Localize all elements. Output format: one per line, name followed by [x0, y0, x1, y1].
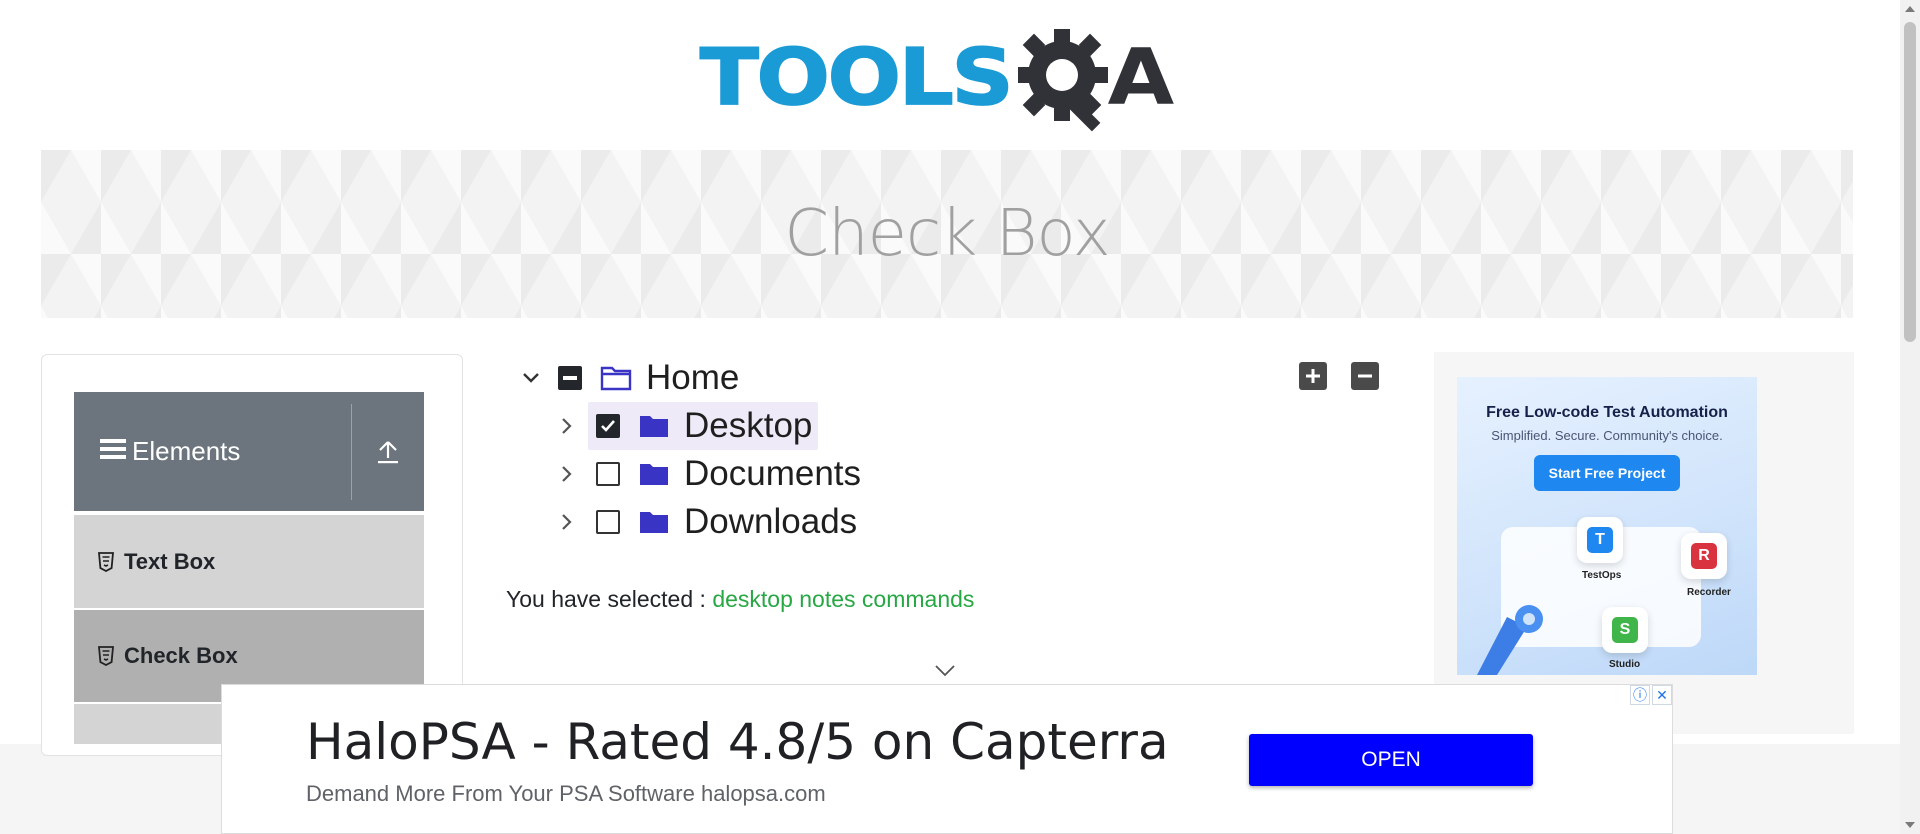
tree-node-desktop-highlight: Desktop — [588, 402, 819, 450]
folder-icon — [638, 509, 670, 535]
chevron-down-icon[interactable] — [516, 372, 546, 384]
scroll-thumb[interactable] — [1904, 22, 1916, 342]
testops-tile: T — [1577, 517, 1623, 563]
tree-label-home[interactable]: Home — [646, 358, 739, 398]
minus-icon — [1358, 374, 1372, 378]
scroll-up-arrow[interactable] — [1905, 6, 1915, 12]
logo-text: TOOLS — [699, 33, 1015, 123]
sidebar-item-label: Check Box — [124, 643, 238, 668]
sidebar-item-text-box[interactable]: Text Box — [74, 513, 424, 608]
tile-label-recorder: Recorder — [1687, 587, 1731, 598]
sidebar-item-label: Text Box — [124, 548, 216, 574]
side-ad[interactable]: Free Low-code Test Automation Simplified… — [1457, 377, 1757, 675]
checkbox-downloads[interactable] — [596, 510, 620, 534]
result-prefix: You have selected : — [506, 586, 706, 612]
chevron-down-icon[interactable] — [934, 664, 956, 683]
tree-node-desktop: Desktop — [552, 402, 819, 450]
toolsqa-logo[interactable]: TOOLS A — [699, 18, 1175, 138]
close-icon[interactable]: ✕ — [1652, 685, 1672, 705]
tree-node-documents: Documents — [552, 452, 861, 496]
result-text: You have selected : desktop notes comman… — [506, 586, 974, 613]
folder-open-icon — [600, 365, 632, 391]
tree-label-downloads[interactable]: Downloads — [684, 502, 857, 542]
robot-arm-illustration — [1477, 605, 1543, 675]
bottom-ad-title[interactable]: HaloPSA - Rated 4.8/5 on Capterra — [306, 713, 1169, 771]
info-icon[interactable]: ⓘ — [1630, 685, 1650, 705]
bottom-ad-open-button[interactable]: OPEN — [1249, 734, 1533, 786]
chevron-right-icon[interactable] — [552, 513, 582, 531]
tile-label-testops: TestOps — [1582, 570, 1622, 581]
sidebar-group-title: Elements — [132, 436, 241, 466]
page-banner: Check Box — [41, 150, 1853, 318]
ad-choices: ⓘ ✕ — [1630, 685, 1672, 705]
tree-node-downloads: Downloads — [552, 500, 857, 544]
folder-icon — [638, 413, 670, 439]
ad-start-button[interactable]: Start Free Project — [1533, 455, 1681, 491]
plus-icon — [1306, 369, 1320, 383]
page-title: Check Box — [784, 197, 1110, 271]
bottom-ad-banner[interactable]: ⓘ ✕ HaloPSA - Rated 4.8/5 on Capterra De… — [221, 684, 1673, 834]
expand-all-button[interactable] — [1299, 362, 1327, 390]
bottom-ad-subtitle: Demand More From Your PSA Software halop… — [306, 781, 826, 806]
tile-label-studio: Studio — [1609, 659, 1641, 670]
folder-icon — [638, 461, 670, 487]
gear-q-icon — [1017, 29, 1108, 132]
hamburger-icon — [100, 437, 126, 466]
ad-headline: Free Low-code Test Automation — [1486, 404, 1728, 421]
scroll-down-arrow[interactable] — [1905, 822, 1915, 828]
logo-letter-a: A — [1107, 33, 1175, 123]
checkbox-documents[interactable] — [596, 462, 620, 486]
checkbox-home[interactable] — [558, 366, 582, 390]
html5-icon — [98, 646, 114, 666]
tree-node-home: Home — [516, 356, 739, 400]
recorder-tile: R — [1681, 533, 1727, 579]
chevron-right-icon[interactable] — [552, 465, 582, 483]
sidebar-group-elements[interactable]: Elements — [74, 392, 424, 511]
page-scrollbar[interactable] — [1900, 0, 1920, 834]
tree-label-desktop[interactable]: Desktop — [684, 406, 812, 446]
studio-tile: S — [1602, 607, 1648, 653]
result-values: desktop notes commands — [712, 586, 975, 612]
chevron-right-icon[interactable] — [552, 417, 582, 435]
collapse-all-button[interactable] — [1351, 362, 1379, 390]
upload-icon[interactable] — [352, 439, 424, 465]
tree-label-documents[interactable]: Documents — [684, 454, 861, 494]
html5-icon — [98, 551, 114, 572]
checkbox-desktop[interactable] — [596, 414, 620, 438]
ad-subline: Simplified. Secure. Community's choice. — [1491, 428, 1723, 443]
tree-toolbar — [1299, 362, 1379, 390]
